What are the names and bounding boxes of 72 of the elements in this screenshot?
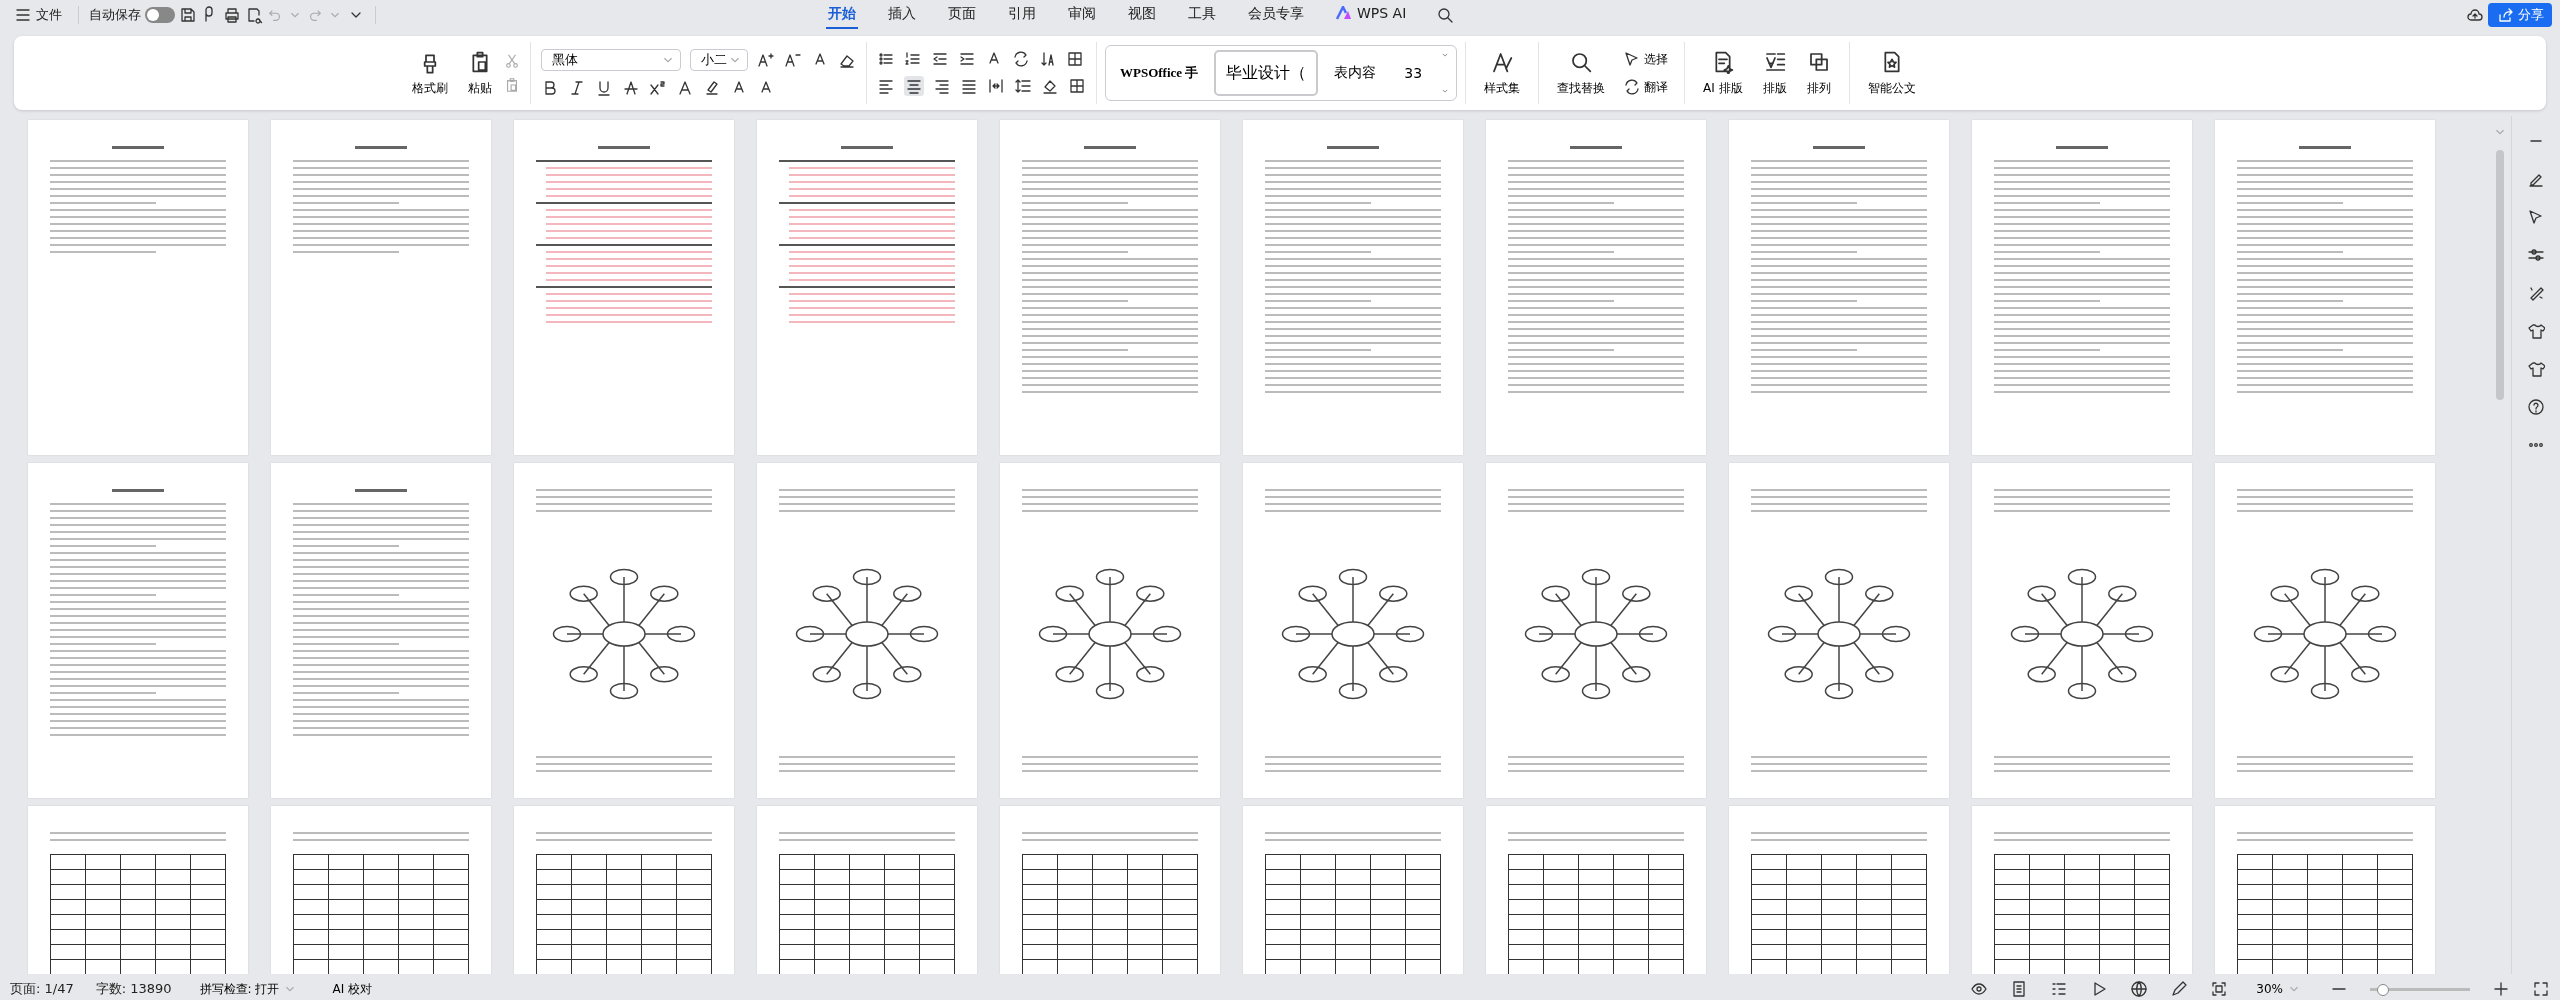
autosave-label: 自动保存 — [89, 6, 141, 24]
print-preview-icon[interactable] — [245, 6, 263, 24]
ribbon-tab[interactable]: 引用 — [1006, 1, 1038, 29]
arrange-button[interactable]: 排列 — [1798, 45, 1839, 101]
distribute-icon[interactable] — [987, 77, 1005, 95]
word-count: 字数: 13890 — [95, 980, 172, 998]
sliders-icon[interactable] — [2527, 246, 2545, 264]
page-count: 页面: 1/47 — [10, 980, 74, 998]
font-size-field[interactable]: 小二 — [690, 49, 748, 71]
style-preset[interactable]: 33 — [1392, 50, 1435, 96]
table-icon[interactable] — [1066, 50, 1084, 68]
share-icon — [2496, 6, 2514, 24]
document-page[interactable] — [757, 120, 977, 455]
align-center-icon[interactable] — [905, 77, 923, 95]
ribbon-tab[interactable]: 开始 — [826, 1, 858, 29]
cloud-upload-icon[interactable] — [2466, 6, 2484, 24]
search-icon[interactable] — [1436, 6, 1455, 24]
justify-icon[interactable] — [960, 77, 978, 95]
zoom-level[interactable]: 30% — [2250, 980, 2308, 998]
ribbon-tab[interactable]: 工具 — [1186, 1, 1218, 29]
ai-layout-button[interactable]: AI 排版 — [1695, 45, 1751, 101]
translate-icon — [1623, 78, 1641, 96]
zoom-in-icon[interactable] — [2492, 980, 2510, 998]
scrollbar-thumb[interactable] — [2496, 150, 2504, 400]
strikethrough-icon[interactable] — [622, 79, 640, 97]
increase-indent-icon[interactable] — [958, 50, 976, 68]
zoom-slider-thumb[interactable] — [2377, 983, 2389, 996]
ribbon-tab[interactable]: 会员专享 — [1246, 1, 1306, 29]
numbered-list-icon[interactable] — [904, 50, 922, 68]
ribbon-tab[interactable]: WPS AI — [1334, 1, 1409, 29]
format-painter-button[interactable]: 格式刷 — [404, 45, 456, 101]
eye-icon[interactable] — [1970, 980, 1989, 998]
decrease-indent-icon[interactable] — [931, 50, 949, 68]
ribbon-tab[interactable]: 插入 — [886, 1, 918, 29]
style-preset[interactable]: 表内容 — [1322, 50, 1389, 96]
border-icon[interactable] — [1068, 77, 1086, 95]
menu-icon — [14, 6, 32, 24]
paste-button[interactable]: 粘贴 — [460, 45, 500, 101]
ai-logo-icon — [1336, 6, 1352, 20]
find-replace-button[interactable]: 查找替换 — [1549, 45, 1613, 101]
sort-icon[interactable] — [1039, 50, 1057, 68]
ribbon-tab[interactable]: 审阅 — [1066, 1, 1098, 29]
translate-button[interactable]: 翻译 — [1617, 77, 1674, 97]
spell-check-button[interactable]: 拼写检查: 打开 — [193, 979, 305, 999]
grow-font-icon[interactable] — [757, 51, 775, 69]
pen-icon[interactable] — [2170, 980, 2189, 998]
fullscreen-icon[interactable] — [2532, 980, 2550, 998]
document-page[interactable] — [514, 120, 734, 455]
smart-document-button[interactable]: 智能公文 — [1859, 45, 1924, 101]
save-icon[interactable] — [179, 6, 197, 24]
superscript-icon[interactable] — [649, 79, 667, 97]
ribbon-tab[interactable]: 页面 — [946, 1, 978, 29]
ribbon-tab[interactable]: 视图 — [1126, 1, 1158, 29]
fit-page-icon[interactable] — [2210, 980, 2229, 998]
layout-button[interactable]: 排版 — [1754, 45, 1795, 101]
globe-icon[interactable] — [2130, 980, 2149, 998]
file-menu[interactable]: 文件 — [8, 3, 68, 27]
align-right-icon[interactable] — [933, 77, 951, 95]
style-preset[interactable]: WPSOffice 手 — [1108, 50, 1211, 96]
help-icon[interactable] — [2527, 398, 2545, 416]
align-left-icon[interactable] — [877, 77, 895, 95]
select-button[interactable]: 选择 — [1617, 49, 1674, 69]
print-icon[interactable] — [223, 6, 241, 24]
autosave-toggle[interactable] — [145, 7, 175, 23]
style-preset[interactable]: 毕业设计（ — [1214, 50, 1319, 96]
share-button[interactable]: 分享 — [2488, 3, 2552, 27]
style-set-button[interactable]: 样式集 — [1476, 45, 1528, 101]
shrink-font-icon[interactable] — [784, 51, 802, 69]
ai-proofread-button[interactable]: AI 校对 — [326, 979, 378, 999]
shirt-icon[interactable] — [2527, 322, 2545, 340]
font-name-field[interactable]: 黑体 — [541, 49, 681, 71]
line-spacing-icon[interactable] — [1014, 77, 1032, 95]
